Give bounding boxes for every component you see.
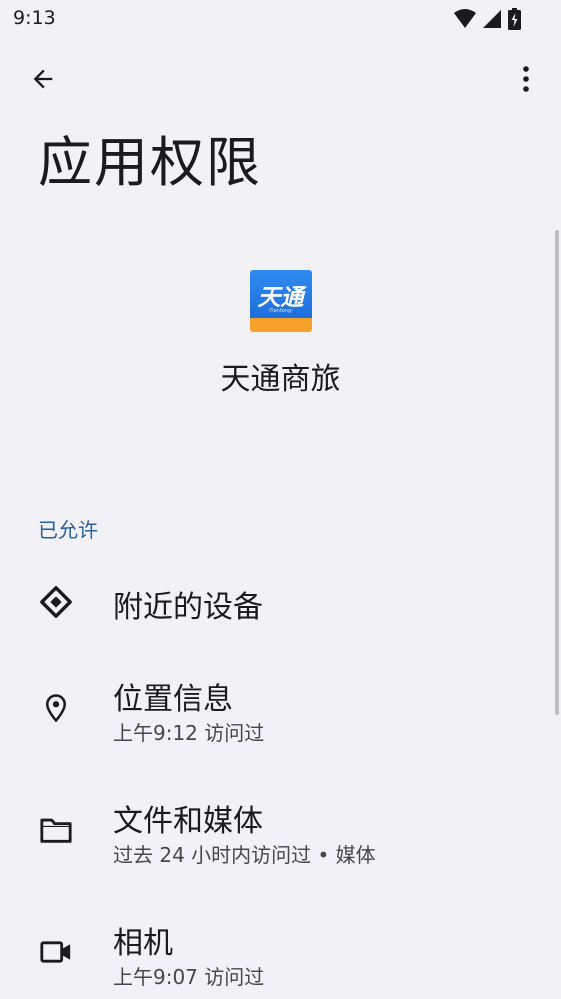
more-vert-icon — [522, 65, 530, 97]
permission-title: 相机 — [113, 926, 173, 961]
status-time: 9:13 — [13, 7, 56, 29]
status-icons — [454, 8, 521, 30]
app-name: 天通商旅 — [220, 362, 341, 397]
status-bar: 9:13 — [0, 0, 561, 40]
app-header: 天通 -Tiantong- 天通商旅 — [0, 270, 561, 398]
top-app-bar — [0, 50, 561, 114]
permission-title: 附近的设备 — [113, 590, 263, 625]
battery-charging-icon — [508, 8, 521, 30]
permission-subtitle: 上午9:07 访问过 — [113, 965, 265, 989]
app-icon-text: 天通 — [257, 285, 304, 311]
permission-title: 文件和媒体 — [113, 804, 263, 839]
page-title: 应用权限 — [38, 131, 262, 194]
cell-signal-icon — [482, 9, 502, 29]
permission-item-nearby-devices[interactable]: 附近的设备 — [0, 570, 550, 634]
scrollbar[interactable] — [555, 230, 559, 715]
app-icon-subtext: -Tiantong- — [267, 308, 294, 314]
permission-subtitle: 过去 24 小时内访问过 • 媒体 — [113, 843, 376, 867]
permission-subtitle: 上午9:12 访问过 — [113, 721, 265, 745]
more-options-button[interactable] — [505, 60, 547, 102]
nearby-devices-icon — [38, 584, 74, 620]
app-icon: 天通 -Tiantong- — [249, 270, 312, 332]
permission-item-files-media[interactable]: 文件和媒体 过去 24 小时内访问过 • 媒体 — [0, 790, 550, 880]
wifi-icon — [454, 9, 476, 29]
permission-item-location[interactable]: 位置信息 上午9:12 访问过 — [0, 668, 550, 758]
folder-icon — [38, 812, 74, 848]
videocam-icon — [38, 934, 74, 970]
back-button[interactable] — [22, 60, 64, 102]
section-header-allowed: 已允许 — [38, 518, 98, 542]
arrow-back-icon — [29, 65, 57, 97]
permission-item-camera[interactable]: 相机 上午9:07 访问过 — [0, 912, 550, 999]
permission-title: 位置信息 — [113, 682, 233, 717]
location-pin-icon — [38, 690, 74, 726]
